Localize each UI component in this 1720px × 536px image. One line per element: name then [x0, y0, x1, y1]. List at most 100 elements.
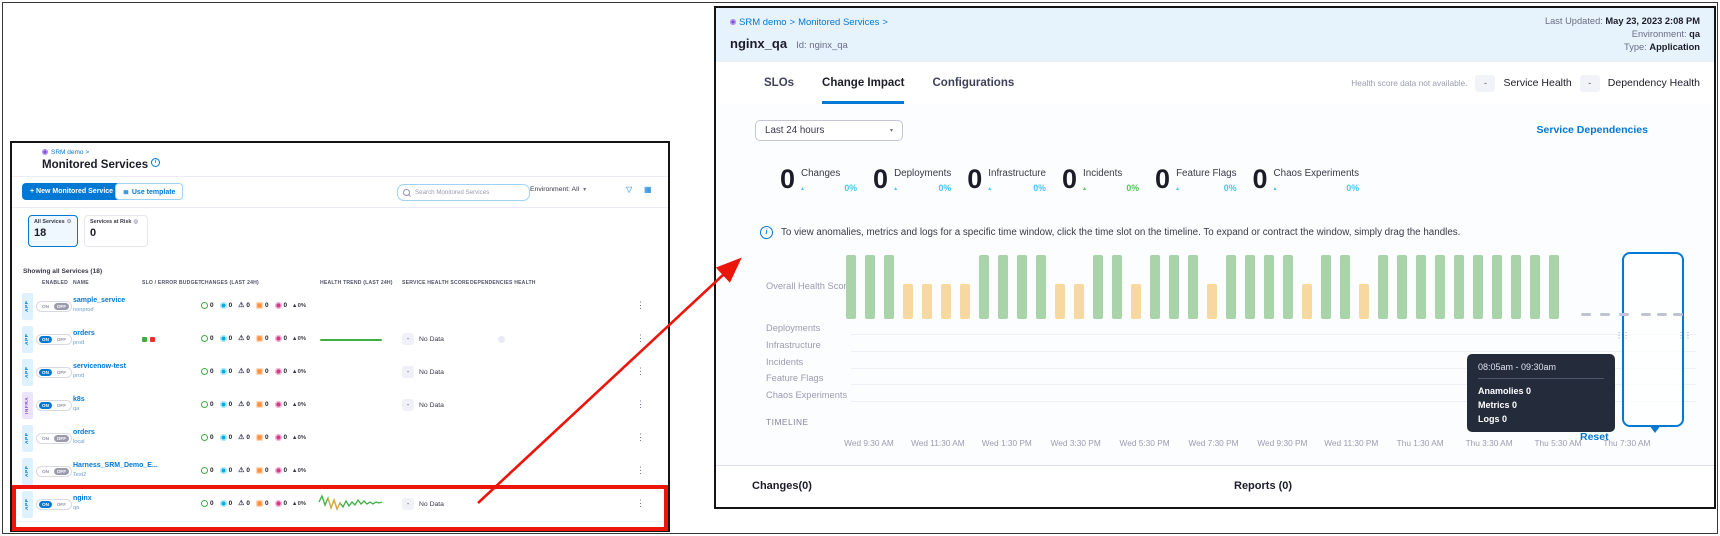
health-score-bar[interactable] — [1511, 255, 1521, 319]
time-range-select[interactable]: Last 24 hours▾ — [755, 120, 903, 141]
row-menu-kebab-icon[interactable]: ⋮ — [636, 465, 645, 476]
health-score-bar[interactable] — [1226, 255, 1236, 319]
search-box[interactable] — [397, 184, 530, 201]
table-row-servicenow-test[interactable]: APPONOFFservicenow-testprod00⚠000▴ 0%-No… — [18, 356, 662, 390]
summary-card-services-at-risk[interactable]: Services at Risk◎0 — [84, 215, 148, 247]
health-score-bar[interactable] — [884, 255, 894, 319]
metric-feature-flags: 0Feature Flags▴0% — [1155, 166, 1236, 193]
health-score-bar[interactable] — [903, 284, 913, 319]
service-name-link[interactable]: sample_service — [73, 297, 125, 304]
health-score-bar[interactable] — [1245, 255, 1255, 319]
summary-card-value: 18 — [34, 227, 72, 239]
use-template-button[interactable]: ≣Use template — [115, 183, 183, 200]
health-score-bar[interactable] — [1397, 255, 1407, 319]
breadcrumb[interactable]: SRM demo > — [42, 149, 89, 156]
health-score-bar[interactable] — [922, 284, 932, 319]
health-score-bar[interactable] — [1112, 255, 1122, 319]
service-name-link[interactable]: orders — [73, 330, 95, 337]
service-environment: qa — [73, 406, 79, 412]
enabled-toggle[interactable]: ONOFF — [36, 367, 72, 378]
bottom-tab-reports-0-[interactable]: Reports (0) — [1234, 480, 1292, 492]
service-name-link[interactable]: servicenow-test — [73, 363, 126, 370]
health-score-bar[interactable] — [1492, 255, 1502, 319]
row-menu-kebab-icon[interactable]: ⋮ — [636, 399, 645, 410]
search-input[interactable] — [413, 188, 524, 197]
row-menu-kebab-icon[interactable]: ⋮ — [636, 366, 645, 377]
change-counter: 0 — [275, 368, 288, 375]
tab-change-impact[interactable]: Change Impact — [822, 62, 904, 104]
health-score-bar[interactable] — [1549, 255, 1559, 319]
table-row-harness-srm-demo-e-[interactable]: APPONOFFHarness_SRM_Demo_E...Test200⚠000… — [18, 455, 662, 489]
breadcrumb[interactable]: SRM demo>Monitored Services> — [730, 17, 891, 28]
metric-label: Changes — [801, 168, 857, 179]
row-menu-kebab-icon[interactable]: ⋮ — [636, 432, 645, 443]
health-score-bar[interactable] — [1036, 255, 1046, 319]
health-score-bar[interactable] — [1150, 255, 1160, 319]
column-header: HEALTH TREND (LAST 24H) — [320, 280, 393, 286]
service-header: SRM demo>Monitored Services> nginx_qaId:… — [716, 8, 1714, 62]
metric-value: 0 — [873, 166, 888, 193]
health-score-bar[interactable] — [1264, 255, 1274, 319]
table-row-orders[interactable]: APPONOFForderslocal00⚠000▴ 0%⋮ — [18, 422, 662, 456]
summary-card-all-services[interactable]: All Services⚙18 — [28, 215, 78, 247]
health-score-bar[interactable] — [1321, 255, 1331, 319]
enabled-toggle[interactable]: ONOFF — [36, 466, 72, 477]
health-score-bar[interactable] — [1131, 284, 1141, 319]
enabled-toggle[interactable]: ONOFF — [36, 433, 72, 444]
health-score-bar[interactable] — [1435, 255, 1445, 319]
timeline-selection-window[interactable] — [1622, 252, 1684, 427]
bottom-tab-changes-0-[interactable]: Changes(0) — [752, 480, 812, 492]
info-icon[interactable]: i — [151, 158, 160, 167]
health-score-bar[interactable] — [1530, 255, 1540, 319]
environment-filter-select[interactable]: Environment: All▾ — [530, 186, 586, 193]
health-score-bar[interactable] — [1340, 255, 1350, 319]
row-menu-kebab-icon[interactable]: ⋮ — [636, 300, 645, 311]
enabled-toggle[interactable]: ONOFF — [36, 334, 72, 345]
health-score-bar[interactable] — [846, 255, 856, 319]
selection-left-drag-handle-icon[interactable]: ⋮⋮ — [1615, 332, 1629, 340]
health-score-bar[interactable] — [1188, 255, 1198, 319]
breadcrumb-link-srm-demo[interactable]: SRM demo — [739, 17, 787, 28]
infrastructure-change-icon — [220, 335, 227, 342]
health-score-bar[interactable] — [1017, 255, 1027, 319]
service-name-link[interactable]: k8s — [73, 396, 85, 403]
breadcrumb-link-monitored-services[interactable]: Monitored Services — [798, 17, 879, 28]
selection-right-drag-handle-icon[interactable]: ⋮⋮ — [1677, 332, 1691, 340]
health-score-bar[interactable] — [1378, 255, 1388, 319]
health-score-bar[interactable] — [1454, 255, 1464, 319]
service-detail-panel: SRM demo>Monitored Services> nginx_qaId:… — [714, 6, 1716, 509]
health-score-bar[interactable] — [1093, 255, 1103, 319]
health-score-bar[interactable] — [1359, 284, 1369, 319]
health-score-bar[interactable] — [960, 284, 970, 319]
enabled-toggle[interactable]: ONOFF — [36, 301, 72, 312]
filter-icon[interactable]: ▽ — [626, 185, 632, 194]
breadcrumb-link-srm-demo[interactable]: SRM demo > — [51, 149, 89, 156]
health-score-bar[interactable] — [1283, 255, 1293, 319]
health-score-bar[interactable] — [941, 284, 951, 319]
health-score-bar[interactable] — [1473, 255, 1483, 319]
reset-link[interactable]: Reset — [1580, 431, 1609, 443]
service-name-link[interactable]: orders — [73, 429, 95, 436]
service-dependencies-link[interactable]: Service Dependencies — [1537, 124, 1648, 136]
table-row-orders[interactable]: APPONOFFordersprod00⚠000▴ 0%-No Data⋮ — [18, 323, 662, 357]
health-score-bar[interactable] — [865, 255, 875, 319]
table-row-k8s[interactable]: INFRAONOFFk8sqa00⚠000▴ 0%-No Data⋮ — [18, 389, 662, 423]
change-counter: ⚠0 — [238, 467, 250, 474]
health-score-bar[interactable] — [1416, 255, 1426, 319]
tab-configurations[interactable]: Configurations — [932, 62, 1014, 104]
health-score-bar[interactable] — [998, 255, 1008, 319]
new-monitored-service-button[interactable]: + New Monitored Service — [22, 183, 121, 200]
health-score-bar[interactable] — [1055, 284, 1065, 319]
tab-slos[interactable]: SLOs — [764, 62, 794, 104]
chart-row-label: Chaos Experiments — [766, 390, 847, 400]
health-score-bar[interactable] — [979, 255, 989, 319]
row-menu-kebab-icon[interactable]: ⋮ — [636, 333, 645, 344]
table-row-sample-service[interactable]: APPONOFFsample_servicenonprod00⚠000▴ 0%⋮ — [18, 290, 662, 324]
service-name-link[interactable]: Harness_SRM_Demo_E... — [73, 462, 158, 469]
health-score-bar[interactable] — [1074, 284, 1084, 319]
health-score-bar[interactable] — [1302, 284, 1312, 319]
grid-view-icon[interactable]: ▦ — [644, 185, 652, 194]
health-score-bar[interactable] — [1169, 255, 1179, 319]
enabled-toggle[interactable]: ONOFF — [36, 400, 72, 411]
health-score-bar[interactable] — [1207, 284, 1217, 319]
